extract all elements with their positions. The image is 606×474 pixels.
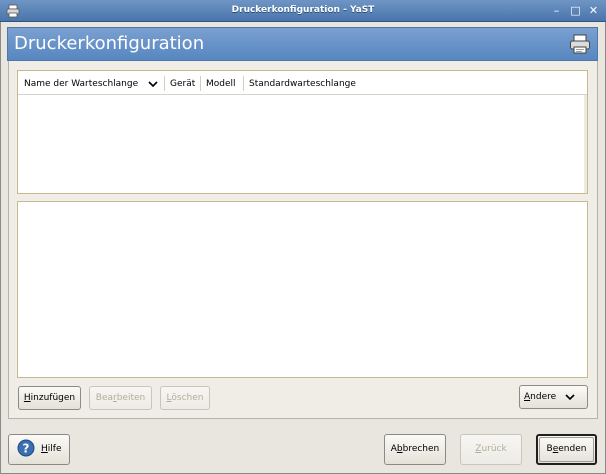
back-button[interactable]: Zurück	[460, 434, 522, 465]
column-header-label: Name der Warteschlange	[24, 79, 139, 89]
maximize-icon[interactable]: □	[569, 4, 582, 17]
printer-details-area[interactable]	[17, 201, 588, 378]
printer-icon	[570, 34, 590, 54]
table-header: Name der Warteschlange Gerät Modell Stan…	[18, 71, 587, 95]
dialog-title: Druckerkonfiguration	[14, 33, 205, 54]
column-separator[interactable]	[200, 76, 201, 91]
column-header-default-queue[interactable]: Standardwarteschlange	[249, 71, 356, 95]
column-separator[interactable]	[243, 76, 244, 91]
column-separator[interactable]	[164, 76, 165, 91]
column-header-queue-name[interactable]: Name der Warteschlange	[24, 71, 138, 95]
finish-button[interactable]: Beenden	[536, 434, 597, 465]
column-header-model[interactable]: Modell	[206, 71, 236, 95]
dialog-header: Druckerkonfiguration	[7, 27, 598, 61]
queue-table[interactable]: Name der Warteschlange Gerät Modell Stan…	[17, 70, 588, 194]
window-titlebar[interactable]: Druckerkonfiguration - YaST – □ ✕	[0, 0, 606, 22]
add-button[interactable]: Hinzufügen	[18, 386, 81, 410]
column-header-label: Standardwarteschlange	[249, 79, 356, 89]
column-header-label: Gerät	[170, 79, 196, 89]
help-button[interactable]: ? Hilfe	[8, 434, 70, 465]
delete-button[interactable]: Löschen	[160, 386, 210, 410]
close-icon[interactable]: ✕	[587, 4, 600, 17]
focus-ring	[539, 437, 594, 462]
edit-button[interactable]: Bearbeiten	[89, 386, 152, 410]
chevron-down-icon	[565, 394, 575, 401]
svg-text:?: ?	[23, 442, 30, 456]
other-menu-button[interactable]: Andere	[519, 385, 588, 409]
help-icon: ?	[17, 439, 35, 457]
column-header-device[interactable]: Gerät	[170, 71, 195, 95]
column-header-label: Modell	[206, 79, 236, 89]
window-title: Druckerkonfiguration - YaST	[231, 5, 375, 15]
minimize-icon[interactable]: –	[550, 4, 563, 17]
sort-descending-icon[interactable]	[148, 79, 158, 89]
table-scrollbar[interactable]	[584, 95, 587, 193]
cancel-button[interactable]: Abbrechen	[384, 434, 446, 465]
